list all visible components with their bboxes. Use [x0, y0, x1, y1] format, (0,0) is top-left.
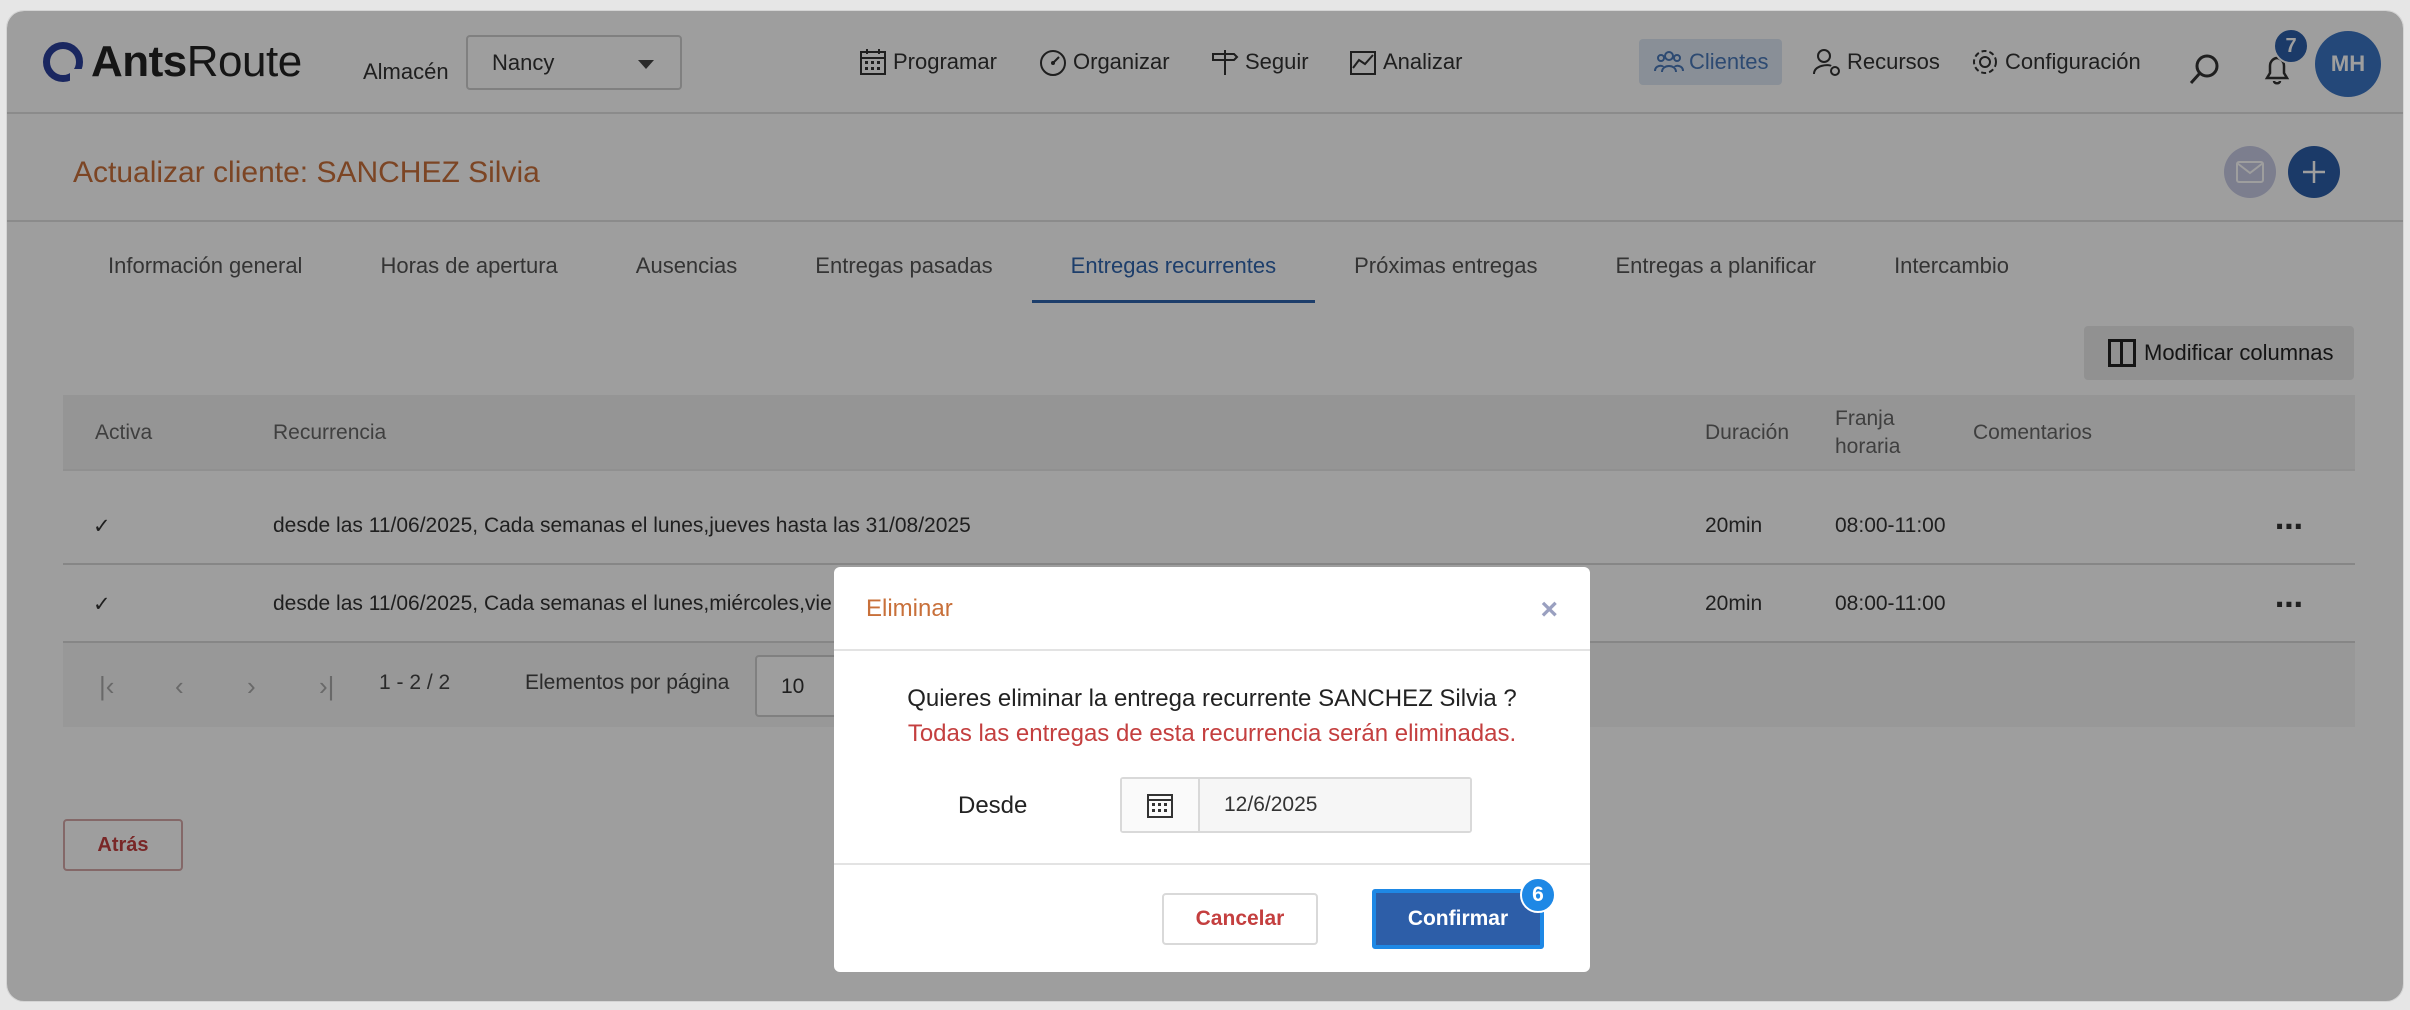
- cancel-button[interactable]: Cancelar: [1162, 893, 1318, 945]
- step-badge: 6: [1520, 877, 1556, 913]
- dialog-warning: Todas las entregas de esta recurrencia s…: [907, 720, 1517, 747]
- confirm-button[interactable]: Confirmar: [1372, 889, 1544, 949]
- dialog-header: Eliminar ×: [834, 567, 1590, 651]
- calendar-glyph: [1147, 794, 1173, 818]
- dialog-title: Eliminar: [866, 595, 953, 622]
- delete-dialog: Eliminar × Quieres eliminar la entrega r…: [834, 567, 1590, 972]
- dialog-divider: [834, 863, 1590, 865]
- from-date-label: Desde: [958, 792, 1028, 819]
- close-icon[interactable]: ×: [1540, 593, 1558, 627]
- calendar-icon[interactable]: [1122, 779, 1200, 831]
- dialog-question: Quieres eliminar la entrega recurrente S…: [907, 685, 1517, 712]
- from-date-field[interactable]: 12/6/2025: [1120, 777, 1472, 833]
- from-date-value[interactable]: 12/6/2025: [1200, 779, 1470, 831]
- app-window: AntsRoute Almacén Nancy Programar Organi…: [6, 10, 2404, 1002]
